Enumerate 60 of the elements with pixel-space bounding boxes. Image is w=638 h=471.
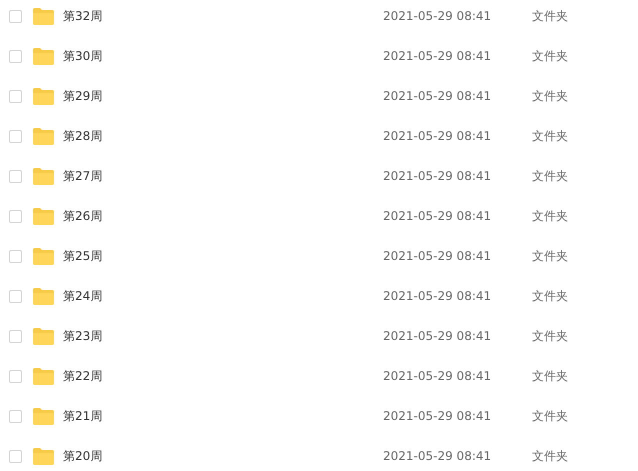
folder-icon [33,288,54,304]
folder-name: 第22周 [63,368,104,385]
folder-icon [33,248,54,264]
folder-name: 第25周 [63,248,104,265]
folder-icon [33,168,54,184]
folder-icon [33,448,54,464]
file-type: 文件夹 [532,88,568,105]
folder-name: 第32周 [63,8,104,25]
modified-date: 2021-05-29 08:41 [383,8,492,25]
checkbox[interactable] [9,10,22,22]
modified-date: 2021-05-29 08:41 [383,128,492,145]
folder-name: 第28周 [63,128,104,145]
checkbox[interactable] [9,210,22,222]
checkbox[interactable] [9,170,22,182]
modified-date: 2021-05-29 08:41 [383,48,492,65]
folder-name: 第29周 [63,88,104,105]
folder-icon [33,208,54,224]
folder-icon [33,368,54,384]
file-type: 文件夹 [532,448,568,465]
modified-date: 2021-05-29 08:41 [383,408,492,425]
folder-name: 第23周 [63,328,104,345]
modified-date: 2021-05-29 08:41 [383,248,492,265]
file-type: 文件夹 [532,288,568,305]
file-type: 文件夹 [532,48,568,65]
folder-name: 第21周 [63,408,104,425]
folder-icon [33,408,54,424]
file-type: 文件夹 [532,248,568,265]
modified-date: 2021-05-29 08:41 [383,168,492,185]
modified-date: 2021-05-29 08:41 [383,88,492,105]
file-type: 文件夹 [532,8,568,25]
folder-icon [33,48,54,64]
checkbox[interactable] [9,370,22,382]
checkbox[interactable] [9,50,22,62]
checkbox[interactable] [9,330,22,342]
modified-date: 2021-05-29 08:41 [383,288,492,305]
modified-date: 2021-05-29 08:41 [383,448,492,465]
checkbox[interactable] [9,250,22,262]
folder-name: 第27周 [63,168,104,185]
modified-date: 2021-05-29 08:41 [383,208,492,225]
checkbox[interactable] [9,410,22,422]
modified-date: 2021-05-29 08:41 [383,368,492,385]
file-type: 文件夹 [532,128,568,145]
folder-icon [33,8,54,24]
folder-name: 第20周 [63,448,104,465]
file-type: 文件夹 [532,208,568,225]
folder-icon [33,128,54,144]
checkbox[interactable] [9,290,22,302]
file-type: 文件夹 [532,368,568,385]
checkbox[interactable] [9,90,22,102]
modified-date: 2021-05-29 08:41 [383,328,492,345]
folder-name: 第30周 [63,48,104,65]
file-type: 文件夹 [532,168,568,185]
folder-icon [33,88,54,104]
checkbox[interactable] [9,450,22,462]
file-type: 文件夹 [532,328,568,345]
file-type: 文件夹 [532,408,568,425]
folder-icon [33,328,54,344]
folder-name: 第24周 [63,288,104,305]
checkbox[interactable] [9,130,22,142]
folder-name: 第26周 [63,208,104,225]
